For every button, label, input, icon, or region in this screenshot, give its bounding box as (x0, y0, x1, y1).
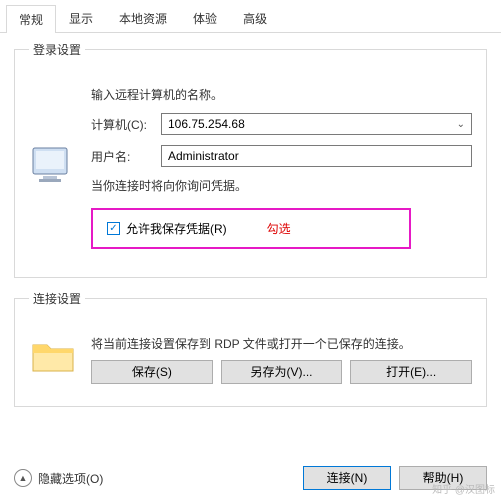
save-as-button[interactable]: 另存为(V)... (221, 360, 343, 384)
save-credentials-label: 允许我保存凭据(R) (126, 220, 227, 237)
connection-settings-group: 连接设置 将当前连接设置保存到 RDP 文件或打开一个已保存的连接。 保存(S)… (14, 290, 487, 407)
tab-display[interactable]: 显示 (56, 4, 106, 32)
username-value: Administrator (168, 149, 239, 163)
username-input[interactable]: Administrator (161, 145, 472, 167)
tab-experience[interactable]: 体验 (180, 4, 230, 32)
folder-icon (29, 335, 77, 375)
connection-desc: 将当前连接设置保存到 RDP 文件或打开一个已保存的连接。 (91, 335, 472, 352)
connect-button[interactable]: 连接(N) (303, 466, 391, 490)
chevron-up-icon: ▲ (14, 469, 32, 487)
tab-content: 登录设置 输入远程计算机的名称。 计算机(C): 106.75.254.68 ⌄ (0, 33, 501, 427)
login-prompt: 输入远程计算机的名称。 (91, 86, 472, 103)
save-credentials-checkbox[interactable]: ✓ (107, 222, 120, 235)
tab-general[interactable]: 常规 (6, 5, 56, 33)
computer-label: 计算机(C): (91, 116, 161, 133)
computer-icon (29, 142, 77, 190)
login-legend: 登录设置 (29, 41, 85, 58)
hide-options-label: 隐藏选项(O) (38, 470, 103, 487)
dialog-footer: ▲ 隐藏选项(O) 连接(N) 帮助(H) (0, 466, 501, 490)
open-button[interactable]: 打开(E)... (350, 360, 472, 384)
username-label: 用户名: (91, 148, 161, 165)
annotation-text: 勾选 (267, 220, 291, 237)
hide-options-toggle[interactable]: ▲ 隐藏选项(O) (14, 469, 103, 487)
connection-legend: 连接设置 (29, 290, 85, 307)
computer-value: 106.75.254.68 (168, 117, 245, 131)
credentials-note: 当你连接时将向你询问凭据。 (91, 177, 472, 194)
tab-bar: 常规 显示 本地资源 体验 高级 (0, 0, 501, 33)
save-button[interactable]: 保存(S) (91, 360, 213, 384)
annotation-highlight: ✓ 允许我保存凭据(R) 勾选 (91, 208, 411, 249)
watermark: 知乎 @汉图标 (432, 481, 495, 496)
tab-local-resources[interactable]: 本地资源 (106, 4, 180, 32)
login-settings-group: 登录设置 输入远程计算机的名称。 计算机(C): 106.75.254.68 ⌄ (14, 41, 487, 278)
tab-advanced[interactable]: 高级 (230, 4, 280, 32)
chevron-down-icon: ⌄ (457, 119, 465, 130)
computer-dropdown[interactable]: 106.75.254.68 ⌄ (161, 113, 472, 135)
